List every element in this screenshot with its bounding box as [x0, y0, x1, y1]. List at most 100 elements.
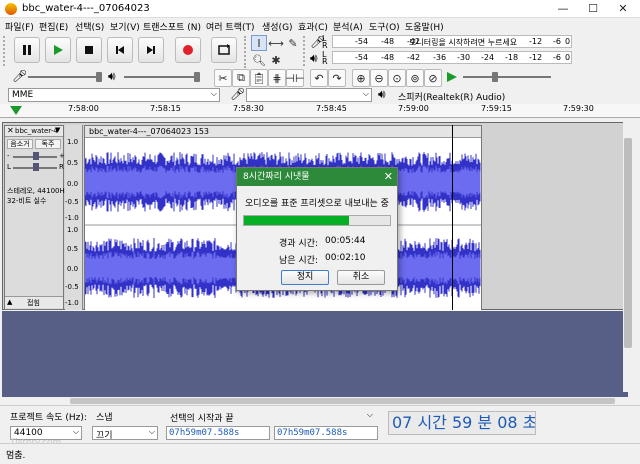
gain-minus-label: -	[7, 152, 10, 160]
timeline-ruler[interactable]: 7:58:00 7:58:15 7:58:30 7:58:45 7:59:00 …	[0, 104, 640, 118]
project-rate-value: 44100	[14, 428, 43, 438]
multi-tool-icon[interactable]: ✱	[268, 52, 284, 68]
menu-view[interactable]: 보기(V)	[110, 20, 140, 33]
selection-tool-icon[interactable]: I	[251, 35, 267, 51]
menu-select[interactable]: 선택(S)	[75, 20, 104, 33]
zoom-out-button[interactable]: ⊖	[370, 69, 388, 87]
trim-button[interactable]: ⋕	[268, 69, 286, 87]
undo-button[interactable]: ↶	[310, 69, 328, 87]
recording-device-select[interactable]: ⌵	[246, 88, 372, 102]
fit-project-button[interactable]: ⊚	[406, 69, 424, 87]
close-window-button[interactable]: ✕	[608, 0, 638, 18]
cancel-export-button[interactable]: 취소	[337, 270, 385, 285]
playback-meter[interactable]: -54 -48 -42 -36 -30 -24 -18 -12 -6 0	[332, 51, 572, 64]
dialog-title-bar[interactable]: 8시간짜리 시냇물 ✕	[237, 168, 397, 186]
playback-volume-slider[interactable]	[124, 76, 198, 78]
play-icon	[54, 45, 63, 55]
skip-start-icon	[116, 46, 124, 54]
fit-selection-button[interactable]: ⊙	[388, 69, 406, 87]
snap-value: 끄기	[96, 431, 113, 440]
time-display[interactable]: 07 시간 59 분 08 초	[388, 411, 536, 435]
collapse-arrow-icon[interactable]: ▲	[7, 298, 12, 306]
track-menu-arrow-icon[interactable]: ▼	[55, 126, 60, 134]
chevron-down-icon: ⌵	[72, 427, 79, 436]
pause-button[interactable]	[14, 37, 40, 63]
slider-thumb[interactable]	[33, 152, 39, 160]
play-at-speed-button[interactable]	[446, 71, 458, 86]
clip-title-bar[interactable]: bbc_water-4---_07064023 153	[85, 126, 481, 138]
selection-start-time[interactable]: 07h59m07.588s	[166, 426, 270, 440]
vertical-scroll-thumb[interactable]	[624, 138, 632, 348]
progress-fill	[244, 216, 350, 225]
menu-tools[interactable]: 도구(O)	[369, 20, 400, 33]
draw-tool-icon[interactable]: ✎	[285, 35, 301, 51]
paste-button[interactable]: 📋︎	[250, 69, 268, 87]
track-name-bar[interactable]: ✕ bbc_water-4 ▼	[5, 126, 63, 137]
pan-right-label: R	[59, 163, 64, 171]
cut-button[interactable]: ✂	[214, 69, 232, 87]
selection-mode-select[interactable]: 선택의 시작과 끝 ⌵	[166, 409, 376, 423]
menu-analyze[interactable]: 분석(A)	[333, 20, 363, 33]
elapsed-value: 00:05:44	[325, 236, 366, 246]
redo-button[interactable]: ↷	[328, 69, 346, 87]
zoom-toggle-button[interactable]: ⊘	[424, 69, 442, 87]
speaker-icon: 🔊︎	[310, 51, 318, 65]
playback-device-select[interactable]: 스피커(Realtek(R) Audio)	[394, 88, 604, 102]
meter-tick: -48	[381, 37, 395, 46]
mute-button[interactable]: 음소거	[7, 139, 33, 149]
menu-generate[interactable]: 생성(G)	[262, 20, 293, 33]
toolbar-grip[interactable]	[3, 36, 9, 66]
slider-thumb[interactable]	[96, 72, 102, 82]
zoom-in-button[interactable]: ⊕	[352, 69, 370, 87]
close-icon[interactable]: ✕	[384, 168, 393, 186]
collapse-bar[interactable]: ▲ 접힘	[5, 296, 63, 308]
slider-thumb[interactable]	[492, 72, 498, 82]
track-bit-info: 32-비트 실수	[7, 197, 47, 205]
record-volume-slider[interactable]	[28, 76, 102, 78]
stop-button[interactable]	[76, 37, 102, 63]
audio-host-select[interactable]: MME ⌵	[8, 88, 220, 102]
vertical-ruler[interactable]: 1.0 0.5 0.0 -0.5 -1.0 1.0 0.5 0.0 -0.5 -…	[65, 125, 83, 310]
fit-project-icon: ⊚	[410, 71, 420, 85]
slider-thumb[interactable]	[194, 72, 200, 82]
empty-track-area[interactable]	[2, 311, 628, 397]
skip-end-button[interactable]	[138, 37, 164, 63]
skip-start-button[interactable]	[107, 37, 133, 63]
horizontal-scroll-thumb[interactable]	[70, 398, 615, 404]
record-button[interactable]	[175, 37, 201, 63]
slider-thumb[interactable]	[33, 163, 39, 171]
minimize-button[interactable]: —	[548, 0, 578, 18]
speaker-icon: 🔊︎	[378, 87, 386, 101]
toolbar-grip[interactable]	[244, 36, 246, 68]
collapse-label[interactable]: 접힘	[27, 298, 40, 308]
menu-effect[interactable]: 효과(C)	[298, 20, 328, 33]
solo-button[interactable]: 독주	[35, 139, 61, 149]
ruler-tick-label: 7:59:30	[563, 104, 594, 113]
meter-tick: -6	[553, 53, 561, 62]
stop-icon	[85, 46, 93, 54]
menu-edit[interactable]: 편집(E)	[39, 20, 68, 33]
menu-help[interactable]: 도움말(H)	[405, 20, 444, 33]
record-meter[interactable]: -54 -48 -42 모니터링을 시작하려면 누르세요 -12 -6 0	[332, 35, 572, 48]
play-button[interactable]	[45, 37, 71, 63]
track-name-menu[interactable]: bbc_water-4	[15, 127, 58, 135]
pin-head-icon[interactable]	[10, 106, 22, 116]
close-track-icon[interactable]: ✕	[7, 126, 14, 135]
selection-end-time[interactable]: 07h59m07.588s	[274, 426, 378, 440]
copy-button[interactable]: ⧉	[232, 69, 250, 87]
toolbar-grip[interactable]	[303, 36, 305, 66]
trim-icon: ⋕	[272, 71, 282, 85]
silence-button[interactable]: ⊣⊢	[285, 69, 305, 87]
play-speed-slider[interactable]	[463, 76, 551, 78]
loop-button[interactable]	[211, 37, 237, 63]
menu-transport[interactable]: 트랜스포트 (N)	[143, 20, 201, 33]
envelope-tool-icon[interactable]: ⟷	[268, 35, 284, 51]
snap-select[interactable]: 끄기 ⌵	[92, 426, 158, 440]
menu-file[interactable]: 파일(F)	[5, 20, 34, 33]
stop-export-button[interactable]: 정지	[281, 270, 329, 285]
track-control-panel: ✕ bbc_water-4 ▼ 음소거 독주 - + L R 스테레오, 441…	[4, 125, 68, 310]
maximize-button[interactable]: ☐	[578, 0, 608, 18]
project-rate-label: 프로젝트 속도 (Hz):	[10, 413, 87, 423]
menu-tracks[interactable]: 여러 트랙(T)	[206, 20, 255, 33]
zoom-tool-icon[interactable]: 🔍︎	[251, 52, 267, 68]
